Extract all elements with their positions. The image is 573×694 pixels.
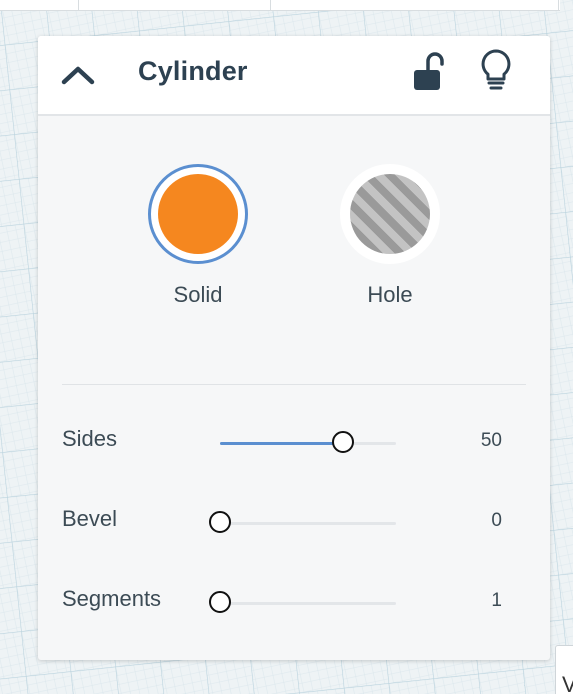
- chevron-up-icon: [61, 66, 95, 85]
- sides-slider-row: Sides 50: [38, 422, 550, 462]
- solid-color-swatch: [158, 174, 238, 254]
- panel-title: Cylinder: [138, 56, 248, 86]
- hole-option[interactable]: Hole: [330, 164, 450, 314]
- top-toolbar-strip: [0, 0, 560, 11]
- solid-swatch-selected-ring: [148, 164, 248, 264]
- solid-option[interactable]: Solid: [138, 164, 258, 314]
- lightbulb-icon: [481, 49, 511, 90]
- hint-button[interactable]: [478, 48, 514, 92]
- bevel-label: Bevel: [62, 506, 118, 531]
- bevel-slider-thumb[interactable]: [209, 511, 231, 533]
- shape-properties-panel: Cylinder Solid Hole Sides 50 Bevel 0 Seg…: [38, 36, 550, 660]
- sides-slider-track[interactable]: [220, 431, 396, 453]
- bevel-slider-row: Bevel 0: [38, 502, 550, 542]
- segments-slider-row: Segments 1: [38, 582, 550, 622]
- section-divider: [62, 384, 526, 385]
- hole-label: Hole: [367, 282, 413, 307]
- segments-slider-thumb[interactable]: [209, 591, 231, 613]
- lock-toggle-button[interactable]: [412, 52, 444, 92]
- view-cube-icon: V: [562, 672, 573, 694]
- sides-label: Sides: [62, 426, 118, 451]
- bevel-value[interactable]: 0: [438, 510, 502, 532]
- bevel-slider-track[interactable]: [209, 511, 396, 533]
- sides-slider-thumb[interactable]: [332, 431, 355, 453]
- sides-value[interactable]: 50: [438, 430, 502, 452]
- sides-slider-fill: [220, 442, 344, 445]
- unlock-icon: [414, 52, 444, 90]
- collapse-button[interactable]: [58, 58, 98, 92]
- panel-header: Cylinder: [38, 36, 550, 116]
- solid-label: Solid: [173, 282, 223, 307]
- segments-label: Segments: [62, 586, 162, 611]
- hole-stripe-swatch: [350, 174, 430, 254]
- hole-swatch-ring: [340, 164, 440, 264]
- segments-slider-track[interactable]: [209, 591, 396, 613]
- segments-value[interactable]: 1: [438, 590, 502, 612]
- view-cube-corner[interactable]: V: [555, 645, 573, 694]
